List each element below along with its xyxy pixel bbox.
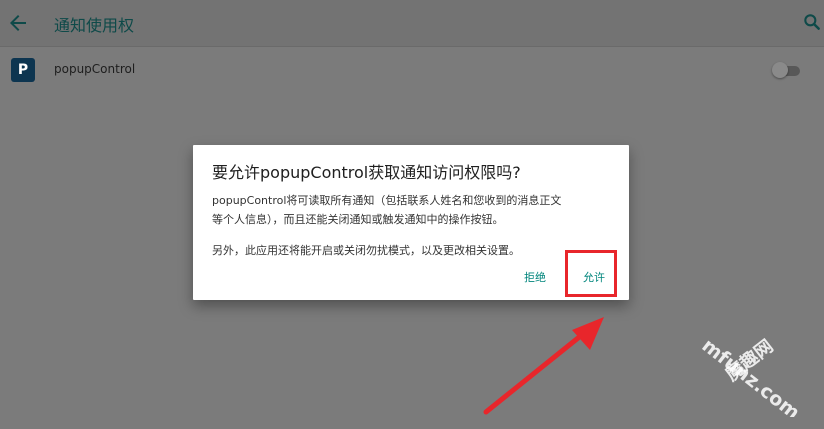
back-arrow-icon[interactable]	[6, 11, 30, 35]
permission-dialog: 要允许popupControl获取通知访问权限吗? popupControl将可…	[193, 145, 629, 300]
dialog-message-secondary: 另外，此应用还将能开启或关闭勿扰模式，以及更改相关设置。	[212, 244, 520, 257]
list-item[interactable]: P popupControl	[0, 48, 824, 92]
page-title: 通知使用权	[54, 16, 135, 35]
annotation-arrow	[483, 317, 604, 415]
deny-button[interactable]: 拒绝	[524, 269, 546, 285]
app-icon: P	[11, 58, 35, 82]
app-bar: 通知使用权	[0, 0, 824, 47]
notification-access-toggle[interactable]	[772, 62, 800, 78]
search-icon[interactable]	[802, 12, 822, 32]
dialog-title: 要允许popupControl获取通知访问权限吗?	[212, 163, 521, 182]
annotation-highlight-box	[565, 250, 617, 297]
dialog-message-line-1: popupControl将可读取所有通知（包括联系人姓名和您收到的消息正文	[212, 194, 562, 207]
dialog-message: popupControl将可读取所有通知（包括联系人姓名和您收到的消息正文 等个…	[212, 191, 622, 229]
watermark: 魔趣网 mfunz.com	[698, 334, 804, 417]
toggle-thumb	[772, 62, 788, 78]
app-name-label: popupControl	[54, 62, 136, 76]
dialog-message-line-2: 等个人信息），而且还能关闭通知或触发通知中的操作按钮。	[212, 213, 504, 226]
